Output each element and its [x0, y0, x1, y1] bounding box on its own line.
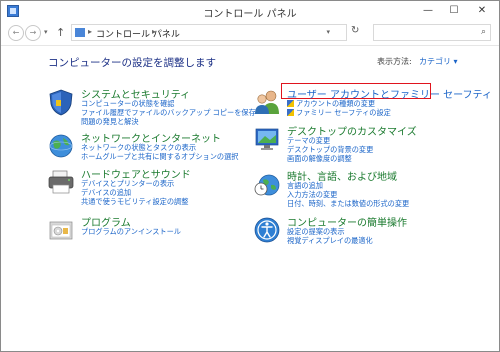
desktop-personalization-icon[interactable]	[253, 125, 281, 153]
up-button[interactable]: ↑	[56, 26, 65, 39]
back-button[interactable]: ←	[8, 25, 24, 41]
search-icon[interactable]: ⌕	[481, 27, 486, 37]
control-panel-window: コントロール パネル — ☐ ✕ ← → ▾ ↑ ▸ コントロール パネル ▸ …	[0, 0, 500, 352]
link-family-safety-settings-label: ファミリー セーフティの設定	[296, 108, 391, 117]
address-bar[interactable]: ▸ コントロール パネル ▸ ▾	[71, 24, 347, 41]
category-user-accounts: ユーザー アカウントとファミリー セーフティ アカウントの種類の変更 ファミリー…	[253, 86, 492, 120]
link-adjust-screen-resolution[interactable]: 画面の解像度の調整	[287, 154, 352, 164]
link-optimize-visual-display[interactable]: 視覚ディスプレイの最適化	[287, 236, 373, 246]
printer-icon[interactable]	[47, 168, 75, 196]
page-title: コンピューターの設定を調整します	[48, 57, 216, 69]
category-ease-of-access: コンピューターの簡単操作 設定の提案の表示 視覚ディスプレイの最適化	[253, 214, 473, 248]
minimize-button[interactable]: —	[415, 2, 441, 19]
programs-icon[interactable]	[47, 216, 75, 244]
category-hardware-sound: ハードウェアとサウンド デバイスとプリンターの表示 デバイスの追加 共通で使うモ…	[47, 166, 257, 210]
forward-button[interactable]: →	[25, 25, 41, 41]
shield-icon[interactable]	[47, 88, 75, 116]
category-programs: プログラム プログラムのアンインストール	[47, 214, 257, 246]
category-desktop-customization: デスクトップのカスタマイズ テーマの変更 デスクトップの背景の変更 画面の解像度…	[253, 123, 473, 163]
breadcrumb-separator-2[interactable]: ▸	[152, 27, 156, 36]
clock-globe-icon[interactable]	[253, 170, 281, 198]
control-panel-icon	[75, 28, 85, 37]
maximize-button[interactable]: ☐	[441, 2, 467, 19]
users-icon[interactable]	[253, 88, 281, 116]
link-change-account-type-label: アカウントの種類の変更	[296, 99, 376, 108]
category-network-internet: ネットワークとインターネット ネットワークの状態とタスクの表示 ホームグループと…	[47, 130, 257, 170]
search-input[interactable]: ⌕	[373, 24, 491, 41]
close-button[interactable]: ✕	[467, 2, 497, 19]
view-by-label: 表示方法:	[377, 57, 412, 66]
uac-shield-icon	[287, 100, 294, 107]
link-change-date-time-number-format[interactable]: 日付、時刻、または数値の形式の変更	[287, 199, 409, 209]
ease-of-access-icon[interactable]	[253, 216, 281, 244]
view-by-dropdown[interactable]: カテゴリ ▾	[419, 56, 458, 67]
link-troubleshoot[interactable]: 問題の発見と解決	[81, 117, 139, 127]
refresh-button[interactable]: ↻	[351, 25, 359, 36]
address-toolbar: ← → ▾ ↑ ▸ コントロール パネル ▸ ▾ ↻ ⌕	[1, 21, 499, 46]
link-homegroup-sharing-options[interactable]: ホームグループと共有に関するオプションの選択	[81, 152, 238, 162]
category-system-security: システムとセキュリティ コンピューターの状態を確認 ファイル履歴でファイルのバッ…	[47, 86, 257, 126]
link-family-safety-settings[interactable]: ファミリー セーフティの設定	[287, 108, 391, 118]
link-uninstall-program[interactable]: プログラムのアンインストール	[81, 227, 181, 237]
recent-locations-dropdown[interactable]: ▾	[44, 28, 48, 36]
category-clock-language-region: 時計、言語、および地域 言語の追加 入力方法の変更 日付、時刻、または数値の形式…	[253, 168, 473, 208]
uac-shield-icon	[287, 109, 294, 116]
breadcrumb-separator[interactable]: ▸	[88, 27, 92, 36]
main-content: コンピューターの設定を調整します 表示方法: カテゴリ ▾ システムとセキュリテ…	[1, 46, 499, 351]
address-dropdown-icon[interactable]: ▾	[326, 28, 330, 36]
breadcrumb-control-panel[interactable]: コントロール パネル	[96, 27, 180, 40]
title-bar: コントロール パネル — ☐ ✕	[1, 1, 499, 21]
link-mobility-settings[interactable]: 共通で使うモビリティ設定の調整	[81, 197, 188, 207]
network-globe-icon[interactable]	[47, 132, 75, 160]
